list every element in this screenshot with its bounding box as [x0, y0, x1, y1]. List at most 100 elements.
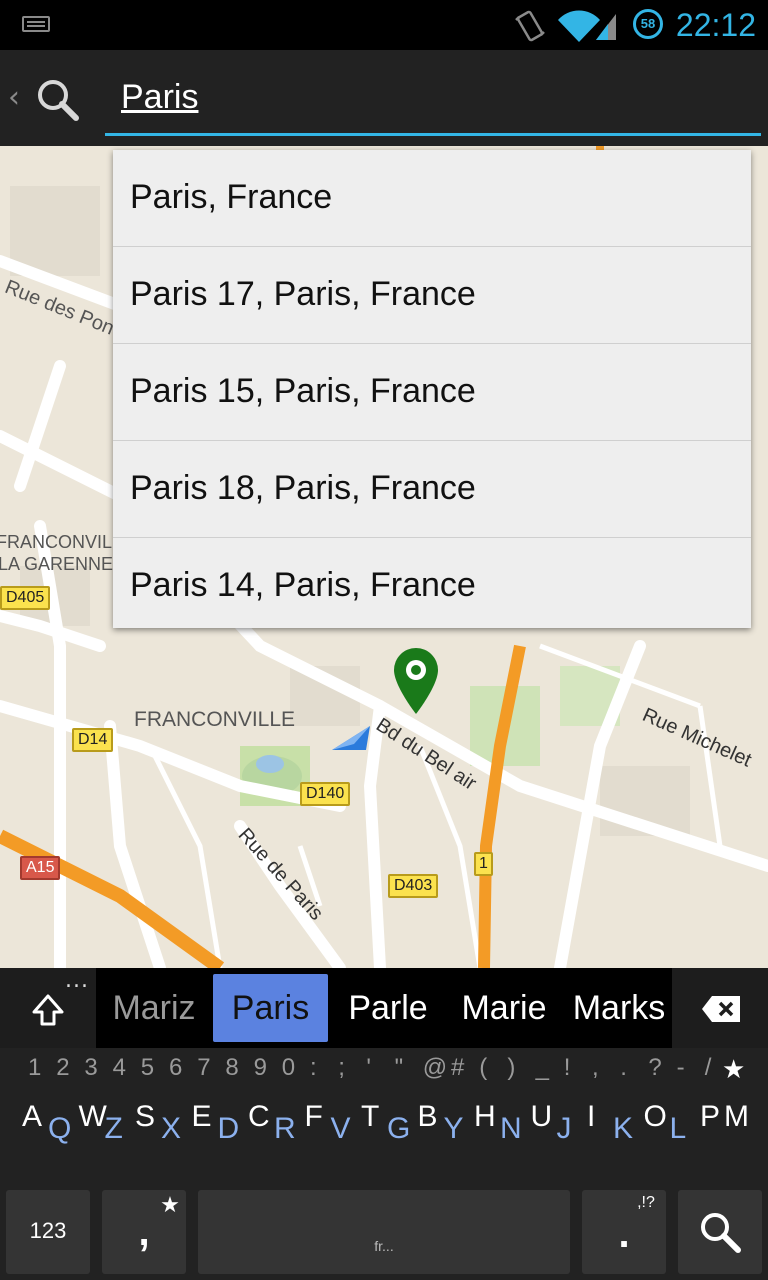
location-pin-icon[interactable] [390, 646, 442, 716]
suggestion-item[interactable]: Paris 18, Paris, France [113, 441, 751, 538]
road-badge-1: 1 [474, 852, 493, 876]
number-row-key[interactable]: 6 [169, 1054, 182, 1082]
key-comma[interactable]: ★ , [102, 1190, 186, 1274]
suggestion-word-marks[interactable]: Marks [566, 968, 672, 1048]
clock: 22:12 [675, 7, 756, 43]
key-upper-letter[interactable]: B [418, 1100, 438, 1134]
backspace-icon [702, 996, 740, 1022]
key-upper-letter[interactable]: W [79, 1100, 107, 1134]
number-row-key[interactable]: , [592, 1054, 599, 1082]
key-lower-letter[interactable]: V [331, 1112, 351, 1146]
more-dots: ... [65, 968, 89, 993]
key-lower-letter[interactable]: D [218, 1112, 240, 1146]
key-upper-letter[interactable]: P [700, 1100, 720, 1134]
number-row-key[interactable]: ) [507, 1054, 515, 1082]
suggestion-label: Paris, France [130, 178, 333, 216]
number-row-key[interactable]: : [310, 1054, 317, 1082]
keyboard-suggestion-strip: ... Mariz Paris Parle Marie Marks [0, 968, 768, 1048]
key-123[interactable]: 123 [6, 1190, 90, 1274]
suggestion-word-mariz[interactable]: Mariz [100, 968, 208, 1048]
key-lower-letter[interactable]: Q [48, 1112, 71, 1146]
key-upper-letter[interactable]: I [587, 1100, 595, 1134]
key-upper-letter[interactable]: O [644, 1100, 667, 1134]
suggestion-word-marie[interactable]: Marie [448, 968, 560, 1048]
number-row-key[interactable]: . [620, 1054, 627, 1082]
key-lower-letter[interactable]: G [387, 1112, 410, 1146]
suggestion-item[interactable]: Paris, France [113, 150, 751, 247]
suggestion-item[interactable]: Paris 17, Paris, France [113, 247, 751, 344]
number-symbol-row: 1 2 3 4 5 6 7 8 9 0:; ' " @ # () _!,.? - / ★ [0, 1054, 768, 1098]
suggestion-word-parle[interactable]: Parle [334, 968, 442, 1048]
key-upper-letter[interactable]: S [135, 1100, 155, 1134]
suggestion-label: Paris 17, Paris, France [130, 275, 476, 313]
number-row-key[interactable]: 0 [282, 1054, 295, 1082]
map-label-franconville: FRANCONVILLE [134, 708, 296, 731]
space-key[interactable]: fr... [198, 1190, 570, 1274]
chevron-left-icon[interactable]: ‹ [8, 80, 20, 115]
key-upper-letter[interactable]: U [531, 1100, 553, 1134]
key-lower-letter[interactable]: R [274, 1112, 296, 1146]
key-lower-letter[interactable]: Z [105, 1112, 123, 1146]
key-upper-letter[interactable]: A [22, 1100, 42, 1134]
number-row-key[interactable]: 8 [225, 1054, 238, 1082]
shift-icon [32, 994, 64, 1026]
key-lower-letter[interactable]: Y [444, 1112, 464, 1146]
suggestion-label: Paris 14, Paris, France [130, 566, 476, 604]
number-row-key[interactable]: ? [648, 1054, 661, 1082]
number-row-key[interactable]: 5 [141, 1054, 154, 1082]
key-period-label: . [618, 1212, 630, 1256]
number-row-key[interactable]: ( [479, 1054, 487, 1082]
battery-icon: 58 [633, 9, 663, 39]
vibrate-icon [515, 10, 545, 42]
road-badge-d403: D403 [388, 874, 439, 898]
key-upper-letter[interactable]: M [724, 1100, 749, 1134]
delete-key[interactable] [672, 968, 768, 1048]
keyboard-bottom-row: 123 ★ , fr... ,!? . [0, 1190, 768, 1280]
number-row-key[interactable]: / [705, 1054, 712, 1082]
key-upper-letter[interactable]: T [361, 1100, 379, 1134]
suggestion-word-paris-selected[interactable]: Paris [213, 974, 328, 1042]
number-row-key[interactable]: ' [366, 1054, 371, 1082]
key-comma-label: , [138, 1210, 150, 1254]
number-row-key[interactable]: ! [564, 1054, 571, 1082]
road-badge-d14: D14 [72, 728, 114, 752]
letter-row: AQWZSXEDCRFVTGBYHNUJIKOLPM [0, 1100, 768, 1160]
number-row-key[interactable]: 1 [28, 1054, 41, 1082]
key-lower-letter[interactable]: J [557, 1112, 572, 1146]
my-location-arrow-icon [332, 726, 370, 750]
road-badge-d405: D405 [0, 586, 51, 610]
search-input-text: Paris [121, 78, 199, 116]
number-row-key[interactable]: ★ [722, 1054, 745, 1085]
key-lower-letter[interactable]: N [500, 1112, 522, 1146]
number-row-key[interactable]: ; [338, 1054, 345, 1082]
suggestion-item[interactable]: Paris 14, Paris, France [113, 538, 751, 628]
status-bar: 58 22:12 [0, 0, 768, 50]
key-upper-letter[interactable]: C [248, 1100, 270, 1134]
key-lower-letter[interactable]: X [161, 1112, 181, 1146]
shift-key[interactable]: ... [0, 968, 96, 1048]
key-upper-letter[interactable]: H [474, 1100, 496, 1134]
search-suggestions-list: Paris, France Paris 17, Paris, France Pa… [113, 150, 751, 628]
number-row-key[interactable]: 2 [56, 1054, 69, 1082]
search-input[interactable]: Paris [105, 68, 761, 136]
key-upper-letter[interactable]: E [192, 1100, 212, 1134]
suggestion-item[interactable]: Paris 15, Paris, France [113, 344, 751, 441]
number-row-key[interactable]: 7 [197, 1054, 210, 1082]
number-row-key[interactable]: " [395, 1054, 404, 1082]
search-key[interactable] [678, 1190, 762, 1274]
key-lower-letter[interactable]: K [613, 1112, 633, 1146]
number-row-key[interactable]: @ [423, 1054, 447, 1082]
key-period-hint: ,!? [637, 1194, 655, 1211]
number-row-key[interactable]: 3 [84, 1054, 97, 1082]
number-row-key[interactable]: - [677, 1054, 685, 1082]
action-bar: ‹ Paris [0, 50, 768, 146]
key-upper-letter[interactable]: F [305, 1100, 323, 1134]
number-row-key[interactable]: _ [536, 1054, 549, 1082]
search-icon[interactable] [34, 76, 82, 124]
key-period[interactable]: ,!? . [582, 1190, 666, 1274]
key-lower-letter[interactable]: L [670, 1112, 687, 1146]
number-row-key[interactable]: # [451, 1054, 464, 1082]
number-row-key[interactable]: 4 [113, 1054, 126, 1082]
number-row-key[interactable]: 9 [254, 1054, 267, 1082]
keyboard-icon [22, 16, 50, 32]
